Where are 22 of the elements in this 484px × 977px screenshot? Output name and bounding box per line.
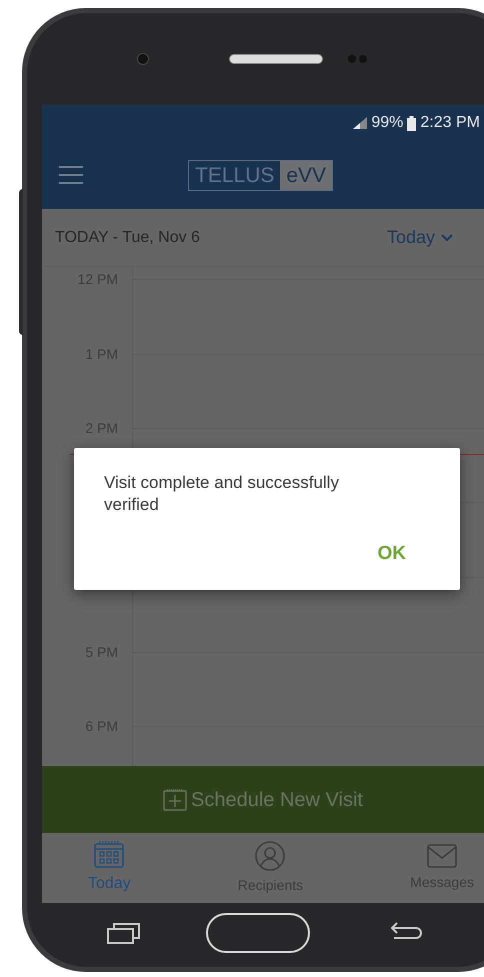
chevron-down-icon [441, 234, 453, 242]
signal-icon [353, 117, 368, 129]
battery-level: 99% [371, 113, 404, 133]
home-button[interactable] [206, 913, 310, 953]
date-title: TODAY - Tue, Nov 6 [55, 228, 200, 248]
logo-wordmark: TELLUS [194, 162, 276, 188]
sensor-dots [348, 55, 367, 63]
date-picker[interactable]: Today [386, 224, 453, 251]
add-calendar-icon [163, 788, 188, 810]
front-camera [137, 53, 149, 65]
schedule-visit-button[interactable]: Schedule New Visit [42, 766, 484, 833]
dialog-message: Visit complete and successfully verified [104, 472, 340, 516]
battery-icon [407, 116, 416, 130]
logo-product: eVV [280, 160, 332, 190]
clock-time: 2:23 PM [420, 113, 480, 133]
mail-icon [427, 844, 458, 868]
person-icon [255, 840, 286, 870]
calendar-icon [94, 840, 124, 868]
nav-tab[interactable]: Today [88, 840, 131, 896]
ok-button[interactable]: OK [378, 540, 406, 568]
recent-apps-icon[interactable] [107, 921, 141, 945]
menu-icon[interactable] [59, 166, 83, 184]
